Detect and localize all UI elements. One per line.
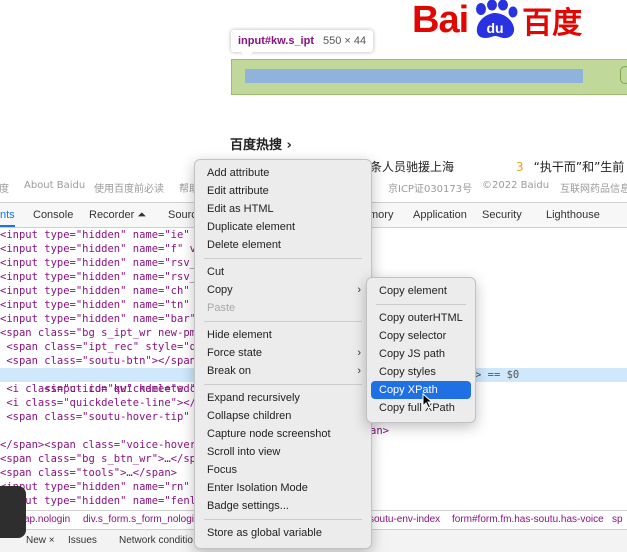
- menu-item-badge-settings[interactable]: Badge settings...: [195, 497, 371, 515]
- menu-item-edit-attribute[interactable]: Edit attribute: [195, 182, 371, 200]
- breadcrumb-item[interactable]: sp: [612, 514, 623, 525]
- menu-separator: [204, 519, 362, 520]
- menu-item-expand-recursively[interactable]: Expand recursively: [195, 389, 371, 407]
- search-input-content-highlight: [245, 69, 583, 83]
- logo-text-chinese: 百度: [522, 6, 583, 41]
- footer-link[interactable]: 度: [0, 180, 9, 195]
- drawer-tab-issues[interactable]: Issues: [68, 535, 97, 546]
- footer-icp[interactable]: 京ICP证030173号: [388, 180, 472, 195]
- tab-memory[interactable]: mory: [369, 209, 393, 221]
- menu-item-focus[interactable]: Focus: [195, 461, 371, 479]
- tab-elements[interactable]: nts: [0, 209, 15, 221]
- footer-link-terms[interactable]: 使用百度前必读: [94, 180, 164, 195]
- svg-text:du: du: [487, 20, 504, 36]
- hot-search-item[interactable]: 3 “执干而”和”生前: [516, 158, 624, 175]
- baidu-logo[interactable]: Bai du 百度: [412, 0, 582, 42]
- menu-separator: [204, 384, 362, 385]
- footer-link-license[interactable]: 互联网药品信息: [560, 180, 627, 195]
- drawer-tab-whats-new[interactable]: New ×: [26, 535, 55, 546]
- menu-item-delete-element[interactable]: Delete element: [195, 236, 371, 254]
- mouse-cursor-icon: [422, 393, 434, 409]
- tab-sources[interactable]: Sourc: [168, 209, 197, 221]
- footer-copyright: ©2022 Baidu: [482, 180, 550, 191]
- menu-item-copy-styles[interactable]: Copy styles: [367, 363, 475, 381]
- hot-search-item[interactable]: 条人员驰援上海: [370, 158, 454, 175]
- tab-console[interactable]: Console: [33, 209, 73, 221]
- camera-icon[interactable]: [620, 66, 627, 84]
- copy-submenu: Copy element Copy outerHTML Copy selecto…: [366, 277, 476, 423]
- menu-item-copy-selector[interactable]: Copy selector: [367, 327, 475, 345]
- tab-application[interactable]: Application: [413, 209, 467, 221]
- menu-item-force-state[interactable]: Force state ›: [195, 344, 371, 362]
- menu-item-copy-full-xpath[interactable]: Copy full XPath: [367, 399, 475, 417]
- menu-separator: [204, 258, 362, 259]
- breadcrumb-item[interactable]: ap.nologin: [24, 514, 70, 525]
- element-inspect-tooltip: input#kw.s_ipt 550 × 44: [231, 30, 374, 52]
- chevron-right-icon: ›: [357, 347, 361, 359]
- tab-lighthouse[interactable]: Lighthouse: [546, 209, 600, 221]
- menu-item-copy-js-path[interactable]: Copy JS path: [367, 345, 475, 363]
- logo-text-bai: Bai: [412, 0, 469, 41]
- tooltip-dimensions: 550 × 44: [323, 35, 367, 47]
- hot-search-title[interactable]: 百度热搜 ›: [230, 134, 292, 153]
- tooltip-arrow-icon: [241, 52, 253, 58]
- tooltip-selector: input#kw.s_ipt: [238, 35, 314, 47]
- menu-item-paste: Paste: [207, 302, 236, 314]
- tab-recorder[interactable]: Recorder ⏶: [89, 209, 146, 222]
- menu-separator: [376, 304, 466, 305]
- context-menu: Add attribute Edit attribute Edit as HTM…: [194, 159, 372, 549]
- menu-item-copy[interactable]: Copy ›: [195, 281, 371, 299]
- active-tab-indicator: [0, 225, 15, 227]
- menu-item-collapse-children[interactable]: Collapse children: [195, 407, 371, 425]
- paw-logo-icon: du: [471, 0, 519, 40]
- breadcrumb-item[interactable]: form#form.fm.has-soutu.has-voice: [452, 514, 604, 525]
- menu-item-add-attribute[interactable]: Add attribute: [195, 164, 371, 182]
- drawer-tab-network-conditions[interactable]: Network conditio: [119, 535, 193, 546]
- breadcrumb-item[interactable]: soutu-env-index: [369, 514, 440, 525]
- menu-item-copy-element[interactable]: Copy element: [367, 282, 475, 300]
- chevron-right-icon: ›: [357, 365, 361, 377]
- menu-item-copy-xpath[interactable]: Copy XPath: [371, 381, 471, 399]
- dom-node-tail: an>: [370, 425, 389, 437]
- menu-item-duplicate-element[interactable]: Duplicate element: [195, 218, 371, 236]
- side-dock-handle[interactable]: [0, 486, 26, 538]
- chevron-right-icon: ›: [357, 284, 361, 296]
- menu-separator: [204, 321, 362, 322]
- menu-item-break-on[interactable]: Break on ›: [195, 362, 371, 380]
- footer-link-about[interactable]: About Baidu: [24, 180, 85, 191]
- selected-node-marker: > == $0: [475, 369, 520, 381]
- hot-search-item-label: “执干而”和”生前: [533, 160, 625, 174]
- menu-item-edit-as-html[interactable]: Edit as HTML: [195, 200, 371, 218]
- breadcrumb-item[interactable]: div.s_form.s_form_nologin: [83, 514, 200, 525]
- menu-item-copy-outerhtml[interactable]: Copy outerHTML: [367, 309, 475, 327]
- menu-item-enter-isolation-mode[interactable]: Enter Isolation Mode: [195, 479, 371, 497]
- menu-item-hide-element[interactable]: Hide element: [195, 326, 371, 344]
- menu-item-scroll-into-view[interactable]: Scroll into view: [195, 443, 371, 461]
- hot-rank-number: 3: [516, 160, 524, 174]
- menu-item-capture-node-screenshot[interactable]: Capture node screenshot: [195, 425, 371, 443]
- menu-item-store-as-global-variable[interactable]: Store as global variable: [195, 524, 371, 542]
- menu-item-cut[interactable]: Cut: [195, 263, 371, 281]
- tab-security[interactable]: Security: [482, 209, 522, 221]
